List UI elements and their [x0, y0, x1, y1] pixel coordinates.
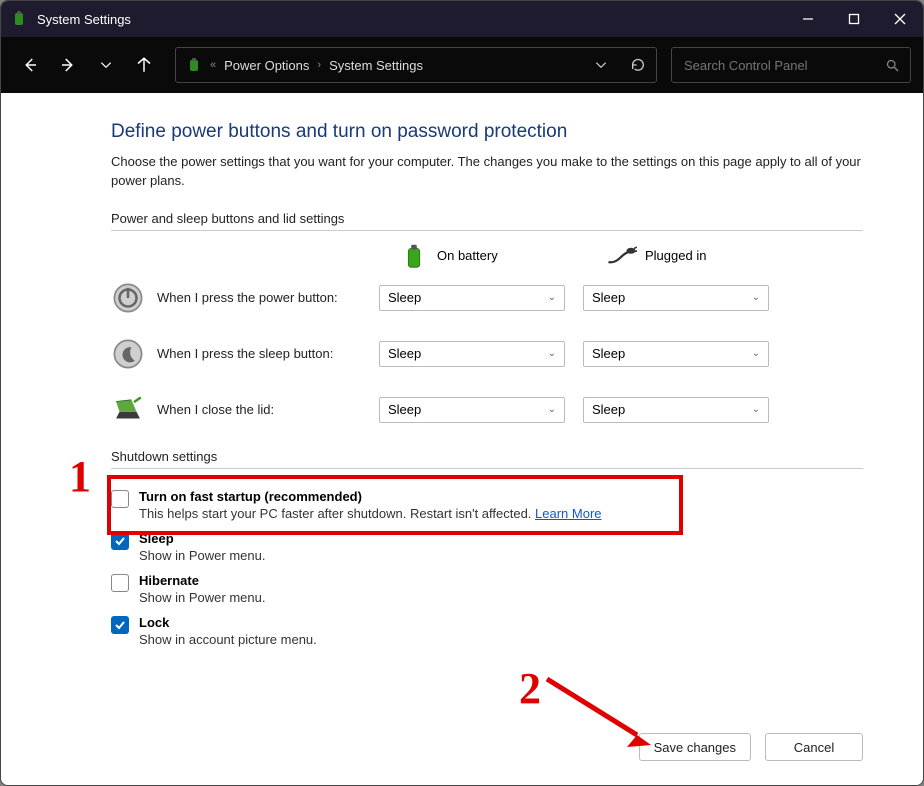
forward-button[interactable] [51, 48, 85, 82]
dropdown-value: Sleep [592, 402, 625, 417]
fast-startup-item: Turn on fast startup (recommended) This … [111, 485, 863, 527]
recent-dropdown-button[interactable] [89, 48, 123, 82]
power-section-title: Power and sleep buttons and lid settings [111, 211, 863, 231]
fast-startup-title: Turn on fast startup (recommended) [139, 489, 602, 504]
page-heading: Define power buttons and turn on passwor… [111, 121, 863, 143]
dropdown-value: Sleep [592, 346, 625, 361]
power-button-icon [111, 281, 145, 315]
shutdown-settings-list: Turn on fast startup (recommended) This … [111, 479, 863, 653]
sleep-button-row: When I press the sleep button: Sleep ⌄ S… [111, 337, 863, 371]
chevron-down-icon: ⌄ [752, 292, 760, 303]
plug-icon [607, 246, 637, 266]
search-box[interactable] [671, 47, 911, 83]
power-button-row: When I press the power button: Sleep ⌄ S… [111, 281, 863, 315]
annotation-number-2: 2 [519, 663, 541, 714]
chevron-down-icon: ⌄ [548, 348, 556, 359]
chevron-down-icon: ⌄ [752, 404, 760, 415]
breadcrumb-current[interactable]: System Settings [329, 58, 423, 73]
refresh-icon[interactable] [630, 57, 646, 73]
toolbar: « Power Options › System Settings [1, 37, 923, 93]
fast-startup-sub: This helps start your PC faster after sh… [139, 506, 602, 521]
col-header-battery-label: On battery [437, 248, 498, 263]
page-description: Choose the power settings that you want … [111, 153, 863, 191]
sleep-button-plugged-dropdown[interactable]: Sleep ⌄ [583, 341, 769, 367]
lock-checkbox[interactable] [111, 616, 129, 634]
hibernate-item: Hibernate Show in Power menu. [111, 569, 863, 611]
save-changes-button[interactable]: Save changes [639, 733, 751, 761]
sleep-item: Sleep Show in Power menu. [111, 527, 863, 569]
sleep-button-icon [111, 337, 145, 371]
shutdown-section-title: Shutdown settings [111, 449, 863, 469]
lid-row: When I close the lid: Sleep ⌄ Sleep ⌄ [111, 393, 863, 427]
app-icon [11, 11, 27, 27]
window: System Settings « [0, 0, 924, 786]
col-header-plugged: Plugged in [607, 241, 797, 271]
sleep-title: Sleep [139, 531, 265, 546]
chevron-down-icon: ⌄ [548, 292, 556, 303]
sleep-button-battery-dropdown[interactable]: Sleep ⌄ [379, 341, 565, 367]
breadcrumb-parent[interactable]: Power Options [224, 58, 309, 73]
chevron-down-icon: ⌄ [752, 348, 760, 359]
minimize-button[interactable] [785, 1, 831, 37]
window-title: System Settings [37, 12, 131, 27]
lock-sub: Show in account picture menu. [139, 632, 317, 647]
learn-more-link[interactable]: Learn More [535, 506, 601, 521]
power-button-label: When I press the power button: [157, 290, 379, 305]
cancel-button[interactable]: Cancel [765, 733, 863, 761]
maximize-button[interactable] [831, 1, 877, 37]
footer-buttons: Save changes Cancel [639, 733, 863, 761]
dropdown-value: Sleep [592, 290, 625, 305]
sleep-checkbox[interactable] [111, 532, 129, 550]
content-area: Define power buttons and turn on passwor… [1, 93, 923, 785]
power-button-plugged-dropdown[interactable]: Sleep ⌄ [583, 285, 769, 311]
back-button[interactable] [13, 48, 47, 82]
chevron-down-icon: ⌄ [548, 404, 556, 415]
sleep-button-label: When I press the sleep button: [157, 346, 379, 361]
battery-icon [186, 57, 202, 73]
address-bar[interactable]: « Power Options › System Settings [175, 47, 657, 83]
hibernate-title: Hibernate [139, 573, 265, 588]
power-button-battery-dropdown[interactable]: Sleep ⌄ [379, 285, 565, 311]
col-header-plugged-label: Plugged in [645, 248, 706, 263]
up-button[interactable] [127, 48, 161, 82]
lid-battery-dropdown[interactable]: Sleep ⌄ [379, 397, 565, 423]
annotation-number-1: 1 [69, 451, 91, 502]
lid-label: When I close the lid: [157, 402, 379, 417]
hibernate-sub: Show in Power menu. [139, 590, 265, 605]
lock-title: Lock [139, 615, 317, 630]
column-headers: On battery Plugged in [111, 241, 863, 271]
sleep-sub: Show in Power menu. [139, 548, 265, 563]
battery-large-icon [399, 241, 429, 271]
dropdown-value: Sleep [388, 346, 421, 361]
dropdown-value: Sleep [388, 290, 421, 305]
lid-plugged-dropdown[interactable]: Sleep ⌄ [583, 397, 769, 423]
fast-startup-checkbox[interactable] [111, 490, 129, 508]
hibernate-checkbox[interactable] [111, 574, 129, 592]
breadcrumb-prefix-icon: « [210, 59, 216, 71]
laptop-lid-icon [111, 393, 145, 427]
chevron-right-icon: › [317, 59, 321, 71]
close-button[interactable] [877, 1, 923, 37]
chevron-down-icon[interactable] [594, 58, 608, 72]
dropdown-value: Sleep [388, 402, 421, 417]
search-icon [885, 58, 900, 73]
titlebar: System Settings [1, 1, 923, 37]
col-header-battery: On battery [399, 241, 589, 271]
lock-item: Lock Show in account picture menu. [111, 611, 863, 653]
search-input[interactable] [682, 57, 885, 74]
